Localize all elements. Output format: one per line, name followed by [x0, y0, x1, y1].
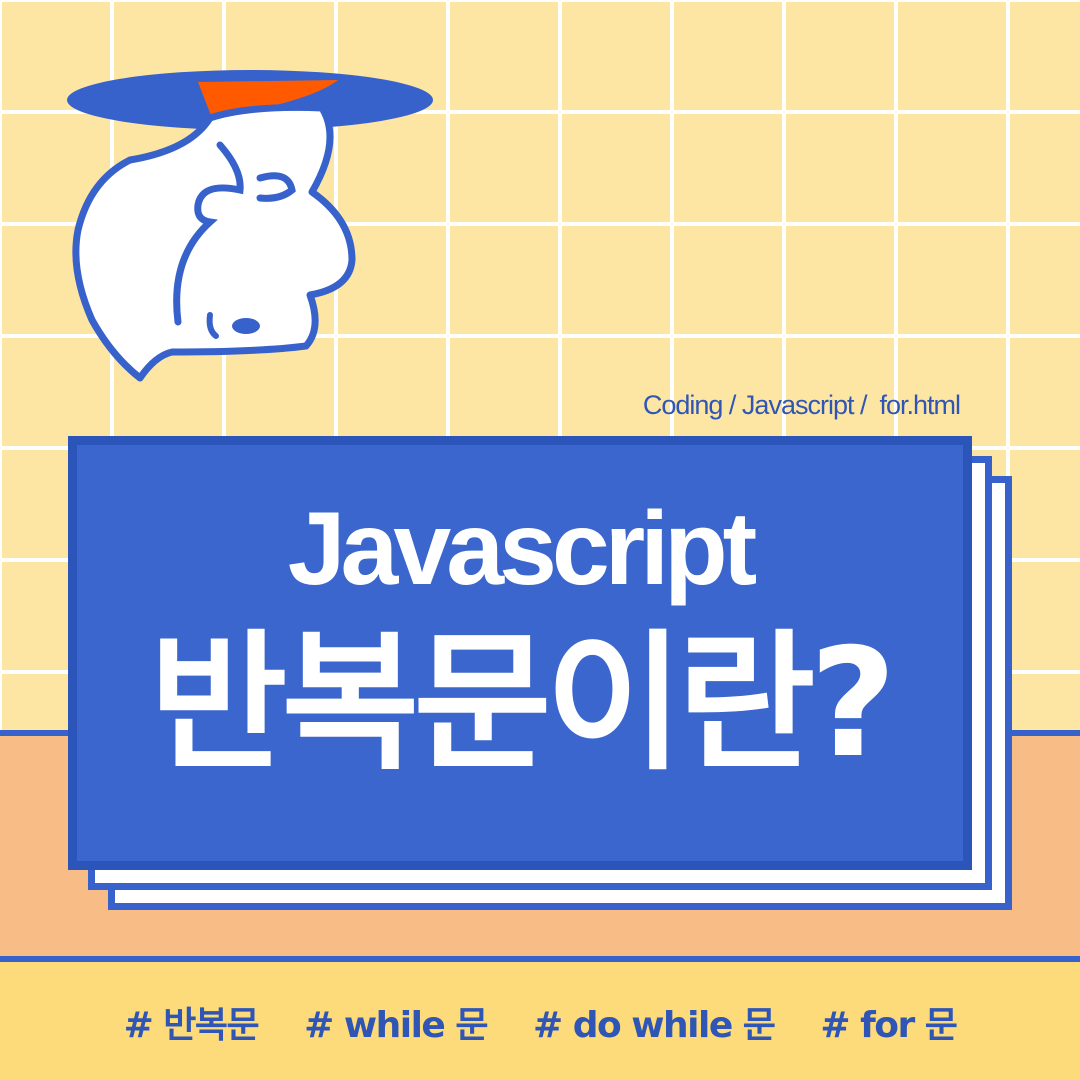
page-title-english: Javascript: [287, 491, 758, 607]
title-card: Javascript 반복문이란?: [68, 436, 972, 870]
hashtag-do-while[interactable]: # do while 문: [533, 996, 776, 1048]
breadcrumb: Coding / Javascript / for.html: [642, 390, 961, 420]
hashtag-for[interactable]: # for 문: [820, 996, 958, 1048]
hashtag-list: # 반복문 # while 문 # do while 문 # for 문: [0, 996, 1080, 1048]
hashtag-loop[interactable]: # 반복문: [124, 996, 260, 1048]
page-title-korean: 반복문이란?: [149, 617, 896, 791]
ghost-mascot-icon: [67, 70, 433, 382]
hashtag-while[interactable]: # while 문: [304, 996, 488, 1048]
